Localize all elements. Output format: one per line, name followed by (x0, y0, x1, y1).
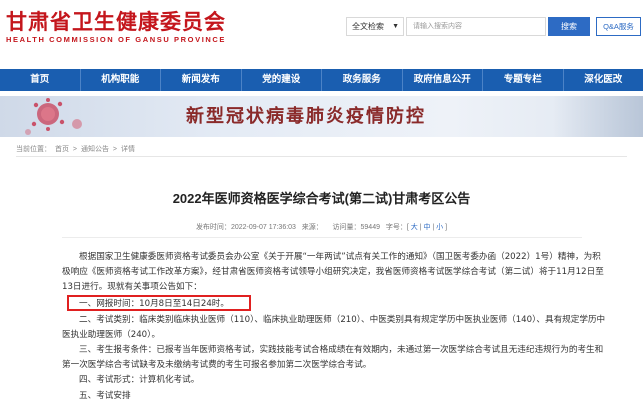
site-header: 甘肃省卫生健康委员会 HEALTH COMMISSION OF GANSU PR… (0, 0, 643, 62)
search-scope-select[interactable]: 全文检索 ▼ (346, 17, 404, 36)
site-logo-en: HEALTH COMMISSION OF GANSU PROVINCE (6, 35, 227, 44)
article-title: 2022年医师资格医学综合考试(第二试)甘肃考区公告 (172, 191, 471, 206)
font-size-small-link[interactable]: 小 (436, 224, 443, 231)
banner-decoration (553, 96, 643, 137)
search-scope-label: 全文检索 (352, 22, 384, 31)
epidemic-banner[interactable]: 新型冠状病毒肺炎疫情防控 (0, 96, 643, 137)
publish-label: 发布时间： (195, 224, 231, 231)
chevron-down-icon: ▼ (392, 23, 399, 30)
highlight-box (67, 295, 251, 311)
nav-item-services[interactable]: 政务服务 (322, 69, 403, 91)
breadcrumb-item-home[interactable]: 首页 (55, 146, 69, 153)
font-size-medium-link[interactable]: 中 (423, 224, 430, 231)
banner-title: 新型冠状病毒肺炎疫情防控 (186, 106, 426, 127)
search-button[interactable]: 搜索 (548, 17, 590, 36)
visits-count: 59449 (360, 224, 380, 231)
nav-item-functions[interactable]: 机构职能 (81, 69, 161, 91)
virus-icon (25, 98, 82, 135)
publish-time: 2022-09-07 17:36:03 (230, 224, 296, 231)
breadcrumb-item-detail: 详情 (120, 146, 135, 153)
breadcrumb: 当前位置： 首页 > 通知公告 > 详情 (16, 144, 137, 154)
article-paragraph: 二、考试类别：临床类别临床执业医师（110）、临床执业助理医师（210）、中医类… (62, 315, 606, 340)
nav-item-home[interactable]: 首页 (0, 69, 81, 91)
source-label: 来源： (301, 224, 323, 231)
font-size-label: 字号： (385, 224, 407, 231)
nav-item-disclosure[interactable]: 政府信息公开 (403, 69, 483, 91)
article-meta: 发布时间：2022-09-07 17:36:03 来源： 访问量：59449 字… (195, 224, 448, 231)
qa-service-button[interactable]: Q&A服务 (596, 17, 641, 36)
nav-item-topics[interactable]: 专题专栏 (483, 69, 564, 91)
search-input[interactable]: 请输入搜索内容 (406, 17, 546, 36)
article-item-exam-format: 四、考试形式：计算机化考试。 (79, 375, 200, 385)
divider (16, 156, 627, 157)
main-nav: 首页 机构职能 新闻发布 党的建设 政务服务 政府信息公开 专题专栏 深化医改 (0, 69, 643, 91)
font-size-large-link[interactable]: 大 (411, 224, 418, 231)
article-paragraph: 根据国家卫生健康委医师资格考试委员会办公室《关于开展“一年两试”试点有关工作的通… (62, 252, 604, 292)
article-paragraph: 三、考生报考条件：已报考当年医师资格考试，实践技能考试合格成绩在有效期内，未通过… (62, 345, 604, 370)
breadcrumb-item-notices[interactable]: 通知公告 (81, 146, 109, 153)
breadcrumb-separator: > (72, 146, 77, 153)
breadcrumb-separator: > (112, 146, 117, 153)
breadcrumb-prefix: 当前位置： (16, 146, 51, 153)
divider (62, 237, 582, 238)
nav-item-reform[interactable]: 深化医改 (564, 69, 643, 91)
nav-item-news[interactable]: 新闻发布 (161, 69, 242, 91)
nav-item-party[interactable]: 党的建设 (242, 69, 322, 91)
site-logo-cn[interactable]: 甘肃省卫生健康委员会 (6, 6, 226, 36)
visits-label: 访问量： (332, 224, 361, 231)
article-item-exam-schedule: 五、考试安排 (79, 391, 131, 401)
